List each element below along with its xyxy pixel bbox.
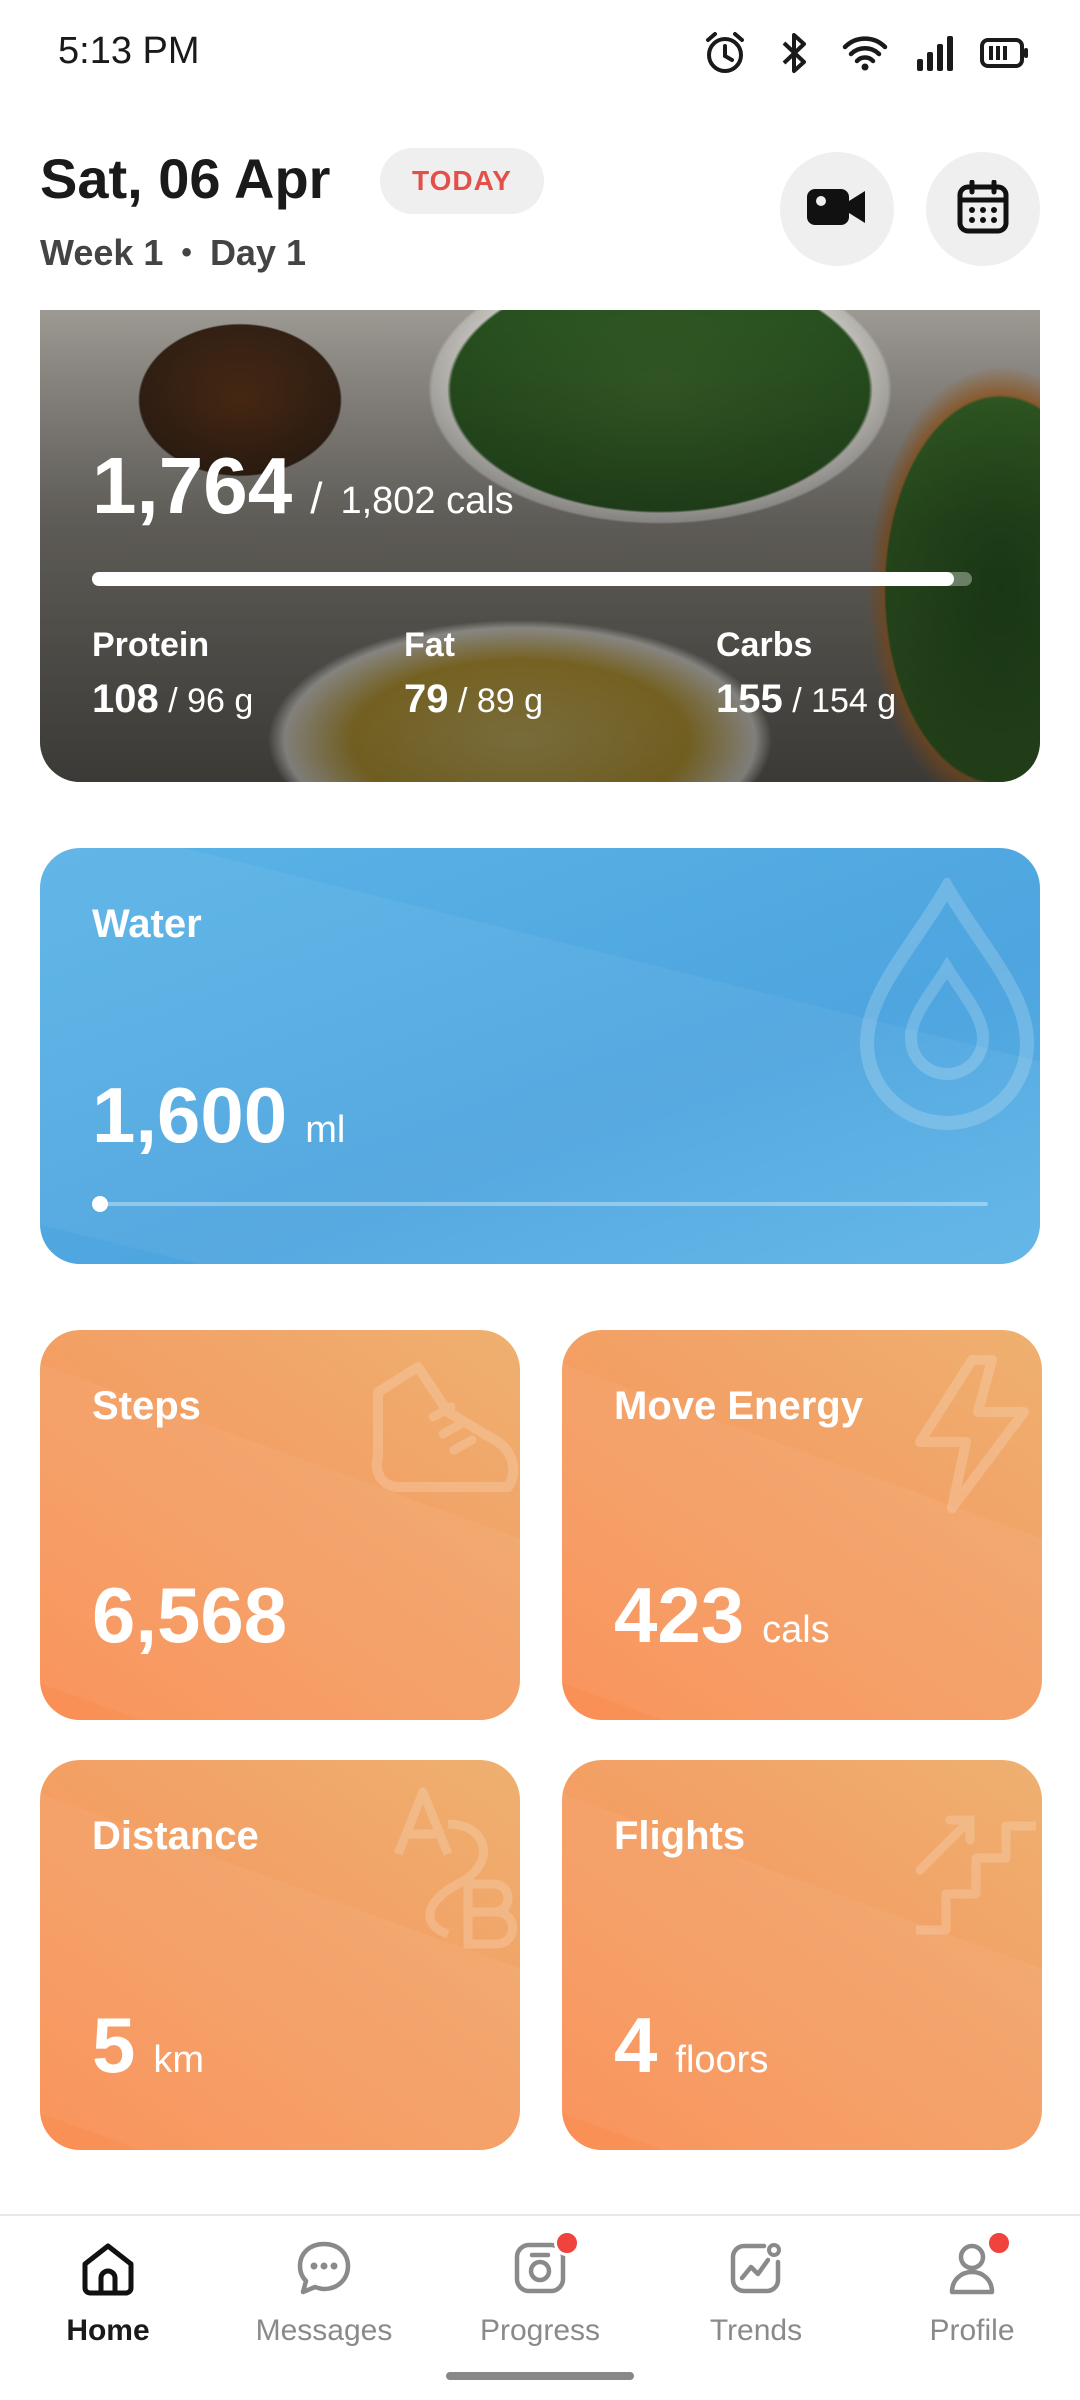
lightning-icon [902,1354,1042,1519]
move-energy-card[interactable]: Move Energy 423 cals [562,1330,1042,1720]
steps-title: Steps [92,1384,201,1428]
distance-card[interactable]: Distance 5 km [40,1760,520,2150]
macro-value: 108 / 96 g [92,677,254,721]
chat-icon [292,2236,356,2300]
move-energy-title: Move Energy [614,1384,863,1428]
today-badge[interactable]: TODAY [380,148,544,214]
distance-value: 5 [92,2001,136,2089]
macro-value: 155 / 154 g [716,677,897,721]
separator: • [181,236,192,269]
steps-value: 6,568 [92,1571,288,1659]
notification-badge [986,2230,1012,2256]
steps-metric: 6,568 [92,1570,287,1661]
nav-label: Profile [929,2314,1015,2347]
page-title: Sat, 06 Apr [40,147,331,210]
wifi-icon [840,28,890,78]
water-card[interactable]: Water 1,600 ml [40,848,1040,1264]
nav-progress[interactable]: Progress [432,2230,648,2348]
a-to-b-icon [388,1784,518,1959]
flights-metric: 4 floors [614,2000,768,2091]
water-drop-icon [852,874,1040,1143]
flights-card[interactable]: Flights 4 floors [562,1760,1042,2150]
macro-fat: Fat 79 / 89 g [404,626,543,722]
calories-progress-bar [92,572,972,586]
camera-progress-icon [508,2230,580,2300]
calendar-icon [957,179,1009,239]
calories-summary: 1,764 / 1,802 cals [92,440,514,532]
header: Sat, 06 Apr TODAY Week 1 • Day 1 [0,110,1080,310]
nav-label: Trends [709,2314,803,2347]
nav-label: Messages [255,2314,393,2347]
nav-home[interactable]: Home [0,2236,216,2348]
bluetooth-icon [770,28,820,78]
move-energy-unit: cals [762,1609,830,1651]
flights-title: Flights [614,1814,746,1858]
nav-label: Progress [479,2314,601,2347]
water-metric: 1,600 ml [92,1070,345,1161]
water-title: Water [92,902,202,946]
calories-progress-fill [92,572,955,586]
water-progress-bar [92,1196,988,1212]
nav-messages[interactable]: Messages [216,2236,432,2348]
day-label: Day 1 [209,232,307,273]
steps-card[interactable]: Steps 6,568 [40,1330,520,1720]
water-value: 1,600 [92,1071,288,1159]
alarm-icon [700,28,750,78]
trends-icon [724,2236,788,2300]
distance-title: Distance [92,1814,259,1858]
home-indicator [446,2372,634,2380]
nav-profile[interactable]: Profile [864,2230,1080,2348]
notification-badge [554,2230,580,2256]
macro-carbs: Carbs 155 / 154 g [716,626,896,722]
move-energy-metric: 423 cals [614,1570,830,1661]
signal-icon [910,28,960,78]
home-icon [76,2236,140,2300]
status-time: 5:13 PM [58,30,200,72]
macro-label: Fat [404,626,455,664]
flights-value: 4 [614,2001,658,2089]
macro-value: 79 / 89 g [404,677,544,721]
distance-unit: km [153,2039,205,2081]
profile-icon [940,2230,1012,2300]
week-day-subtitle: Week 1 • Day 1 [40,232,306,274]
battery-icon [980,28,1030,78]
nutrition-card[interactable]: 1,764 / 1,802 cals Protein 108 / 96 g Fa… [40,310,1040,782]
status-icons [700,28,1030,78]
shoe-icon [358,1352,520,1517]
calories-separator: / [310,474,323,523]
distance-metric: 5 km [92,2000,204,2091]
calories-total: 1,802 cals [340,480,514,522]
week-label: Week 1 [40,232,164,273]
calendar-button[interactable] [926,152,1040,266]
calories-value: 1,764 [92,441,293,530]
video-button[interactable] [780,152,894,266]
macro-label: Protein [92,626,210,664]
video-camera-icon [805,185,869,234]
move-energy-value: 423 [614,1571,745,1659]
nav-trends[interactable]: Trends [648,2236,864,2348]
status-bar: 5:13 PM [0,0,1080,110]
stairs-icon [910,1790,1040,1945]
flights-unit: floors [675,2039,769,2081]
macro-label: Carbs [716,626,813,664]
water-unit: ml [305,1109,346,1151]
water-progress-fill [92,1196,108,1212]
macro-protein: Protein 108 / 96 g [92,626,253,722]
nav-label: Home [66,2314,150,2347]
